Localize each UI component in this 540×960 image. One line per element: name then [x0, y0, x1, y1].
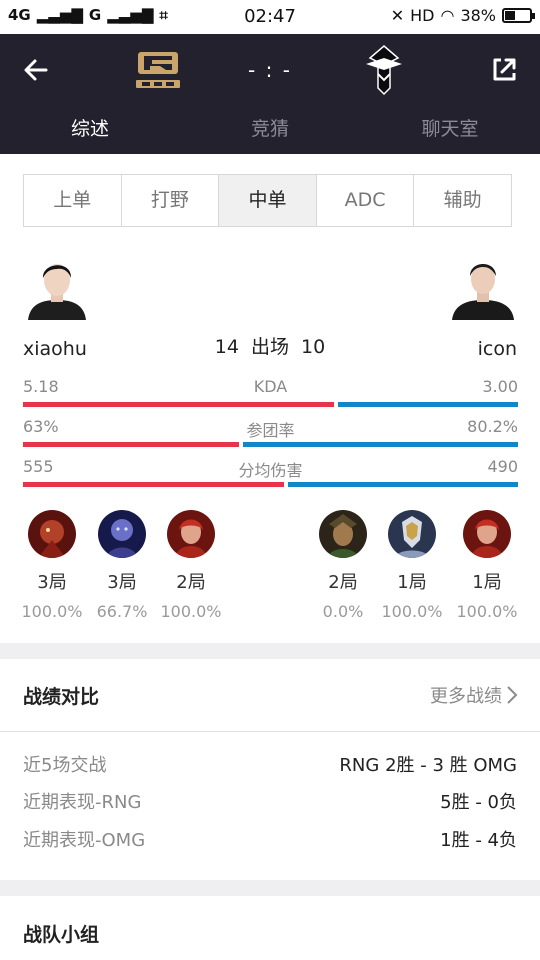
games-label: 出场 [250, 336, 289, 358]
tab-overview[interactable]: 综述 [0, 112, 180, 154]
record-value: 5胜 - 0负 [440, 792, 517, 813]
record-key: 近期表现-OMG [23, 830, 146, 851]
games-played: 14 出场 10 [0, 332, 540, 359]
status-bar: 4G ▂▃▅▇ G ▂▃▅▇ ⌗ 02:47 ✕ HD ◠ 38% [0, 0, 540, 34]
external-link-icon [493, 58, 516, 81]
chevron-right-icon [507, 686, 518, 704]
champion-winrate: 100.0% [456, 602, 518, 621]
champion-winrate: 0.0% [322, 602, 364, 621]
wifi-icon: ◠ [440, 6, 455, 25]
left-games-count: 14 [214, 336, 239, 358]
more-records-label: 更多战绩 [430, 686, 502, 707]
left-champion-3[interactable]: 2局 100.0% [159, 510, 223, 621]
position-jungle[interactable]: 打野 [122, 175, 220, 226]
stat-right-bar [288, 482, 518, 487]
champion-games: 2局 [328, 572, 358, 593]
share-button[interactable] [488, 54, 520, 86]
omg-logo [356, 44, 412, 96]
champion-red-icon [28, 510, 76, 558]
match-score: - : - [248, 58, 292, 82]
stat-kda: 5.18 KDA 3.00 [23, 377, 518, 409]
right-games-count: 10 [301, 336, 326, 358]
champion-games: 3局 [107, 572, 137, 593]
right-champion-2[interactable]: 1局 100.0% [380, 510, 444, 621]
position-support[interactable]: 辅助 [414, 175, 511, 226]
stat-label: 参团率 [246, 421, 295, 440]
status-right: ✕ HD ◠ 38% [390, 6, 535, 25]
mute-icon: ✕ [390, 6, 405, 25]
record-value: 1胜 - 4负 [440, 830, 517, 851]
stat-right-value: 80.2% [467, 417, 518, 436]
right-champion-3[interactable]: 1局 100.0% [455, 510, 519, 621]
champion-games: 3局 [37, 572, 67, 593]
right-player-avatar[interactable] [448, 250, 518, 320]
position-mid[interactable]: 中单 [219, 175, 317, 226]
position-selector: 上单 打野 中单 ADC 辅助 [23, 174, 512, 227]
match-tabs: 综述 竞猜 聊天室 [0, 112, 540, 154]
stat-damage: 555 分均伤害 490 [23, 457, 518, 489]
match-header: - : - 综述 竞猜 聊天室 [0, 34, 540, 154]
stat-label: 分均伤害 [238, 461, 303, 480]
tab-predict[interactable]: 竞猜 [180, 112, 360, 154]
position-adc[interactable]: ADC [317, 175, 415, 226]
champion-games: 2局 [176, 572, 206, 593]
champion-gold-icon [388, 510, 436, 558]
tab-chatroom[interactable]: 聊天室 [360, 112, 540, 154]
record-key: 近期表现-RNG [23, 792, 142, 813]
back-button[interactable] [20, 54, 52, 86]
champion-games: 1局 [397, 572, 427, 593]
champion-winrate: 100.0% [381, 602, 443, 621]
battery-percent: 38% [460, 6, 496, 25]
record-value: RNG 2胜 - 3 胜 OMG [339, 755, 517, 776]
record-key: 近5场交战 [23, 755, 107, 776]
champion-winrate: 66.7% [96, 602, 148, 621]
champion-blue-icon [98, 510, 146, 558]
arrow-left-icon [24, 59, 48, 81]
left-champion-1[interactable]: 3局 100.0% [20, 510, 84, 621]
champion-crimson-icon [167, 510, 215, 558]
stat-teamfight: 63% 参团率 80.2% [23, 417, 518, 449]
champion-dark-icon [319, 510, 367, 558]
left-player-avatar[interactable] [22, 250, 92, 320]
records-divider [0, 731, 540, 732]
champion-winrate: 100.0% [160, 602, 222, 621]
position-top[interactable]: 上单 [24, 175, 122, 226]
records-title: 战绩对比 [23, 686, 100, 708]
stat-left-bar [23, 402, 334, 407]
battery-icon [502, 8, 535, 23]
right-player-name[interactable]: icon [478, 338, 517, 360]
stat-right-value: 490 [487, 457, 518, 476]
stat-right-bar [243, 442, 518, 447]
rng-logo [130, 44, 186, 96]
section-divider [0, 880, 540, 896]
champion-crimson-icon [463, 510, 511, 558]
left-champion-2[interactable]: 3局 66.7% [90, 510, 154, 621]
stat-left-bar [23, 482, 284, 487]
section-divider [0, 643, 540, 659]
stat-left-bar [23, 442, 239, 447]
stat-right-bar [338, 402, 518, 407]
more-records-link[interactable]: 更多战绩 [430, 682, 518, 708]
right-champion-1[interactable]: 2局 0.0% [311, 510, 375, 621]
champion-winrate: 100.0% [21, 602, 83, 621]
stat-label: KDA [253, 377, 288, 396]
team-section-title: 战队小组 [23, 924, 100, 946]
hd-label: HD [410, 6, 435, 25]
stat-right-value: 3.00 [482, 377, 518, 396]
champion-games: 1局 [472, 572, 502, 593]
